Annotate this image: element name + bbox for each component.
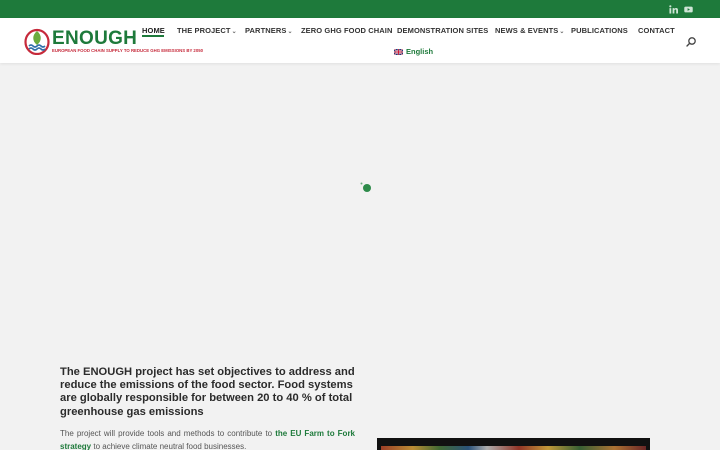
chevron-down-icon: ⌄: [559, 29, 565, 35]
nav-news-events[interactable]: NEWS & EVENTS⌄: [495, 26, 565, 35]
nav-demonstration-sites[interactable]: DEMONSTRATION SITES: [397, 26, 488, 35]
nav-publications-label: PUBLICATIONS: [571, 26, 628, 35]
nav-home-label: HOME: [142, 26, 165, 35]
nav-zero-ghg-label: ZERO GHG FOOD CHAIN: [301, 26, 393, 35]
nav-active-indicator: [142, 35, 164, 37]
nav-zero-ghg-food-chain[interactable]: ZERO GHG FOOD CHAIN: [301, 26, 392, 35]
nav-the-project-label: THE PROJECT: [177, 26, 231, 35]
youtube-icon[interactable]: [682, 3, 694, 15]
linkedin-icon[interactable]: [667, 3, 679, 15]
nav-demonstration-sites-label: DEMONSTRATION SITES: [397, 26, 489, 35]
chevron-down-icon: ⌄: [287, 29, 293, 35]
search-icon[interactable]: [685, 35, 697, 47]
video-thumbnail: [381, 446, 646, 450]
site-logo[interactable]: ENOUGH EUROPEAN FOOD CHAIN SUPPLY TO RED…: [24, 26, 203, 56]
intro-paragraph: The project will provide tools and metho…: [60, 428, 355, 450]
loading-spinner-icon: [358, 180, 374, 196]
site-header: ENOUGH EUROPEAN FOOD CHAIN SUPPLY TO RED…: [0, 18, 720, 63]
nav-news-events-label: NEWS & EVENTS: [495, 26, 559, 35]
language-label: English: [406, 47, 434, 56]
uk-flag-icon: [394, 48, 403, 55]
nav-contact-label: CONTACT: [638, 26, 675, 35]
logo-emblem-icon: [24, 27, 50, 56]
chevron-down-icon: ⌄: [231, 29, 237, 35]
language-switcher[interactable]: English: [394, 47, 433, 56]
intro-text-before: The project will provide tools and metho…: [60, 429, 276, 438]
intro-headline: The ENOUGH project has set objectives to…: [60, 366, 355, 418]
nav-home[interactable]: HOME: [142, 26, 165, 35]
top-bar: [0, 0, 720, 18]
logo-tagline: EUROPEAN FOOD CHAIN SUPPLY TO REDUCE GHG…: [52, 48, 203, 53]
intro-text-after: to achieve climate neutral food business…: [91, 441, 247, 450]
nav-partners-label: PARTNERS: [245, 26, 287, 35]
nav-contact[interactable]: CONTACT: [638, 26, 675, 35]
video-embed[interactable]: [377, 438, 650, 450]
nav-publications[interactable]: PUBLICATIONS: [571, 26, 628, 35]
nav-partners[interactable]: PARTNERS⌄: [245, 26, 293, 35]
nav-the-project[interactable]: THE PROJECT⌄: [177, 26, 237, 35]
